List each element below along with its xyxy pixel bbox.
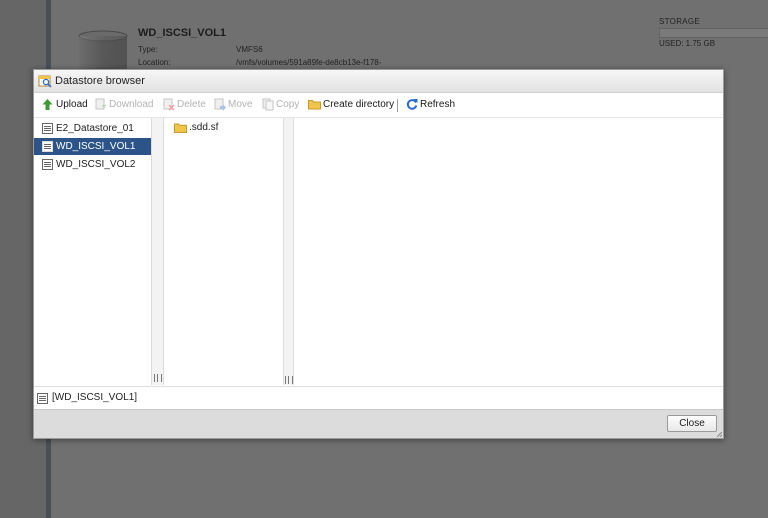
- content-pane: [294, 118, 723, 385]
- upload-icon: [42, 99, 53, 110]
- current-path: [WD_ISCSI_VOL1]: [52, 392, 138, 403]
- refresh-icon: [406, 99, 418, 110]
- datastore-item-wd-iscsi-vol1[interactable]: WD_ISCSI_VOL1: [34, 138, 151, 155]
- download-icon: [95, 98, 106, 110]
- datastore-browser-icon: [38, 75, 52, 88]
- folder-icon: [174, 123, 187, 133]
- folder-list: .sdd.sf: [164, 118, 284, 385]
- background-storage-label: STORAGE: [659, 17, 701, 26]
- background-storage-bar: [659, 28, 768, 38]
- background-type-label: Type:: [138, 45, 158, 54]
- datastore-list: E2_Datastore_01 WD_ISCSI_VOL1 WD_ISCSI_V…: [34, 118, 152, 385]
- datastore-icon: [37, 393, 48, 404]
- background-datastore-title: WD_ISCSI_VOL1: [138, 27, 227, 39]
- move-icon: [214, 98, 226, 111]
- resize-grip-icon[interactable]: [717, 432, 722, 437]
- datastore-icon: [42, 141, 53, 152]
- dialog-title: Datastore browser: [55, 75, 145, 87]
- copy-icon: [262, 98, 274, 111]
- datastore-browser-dialog: Datastore browser Upload Download Delete: [33, 69, 724, 439]
- path-bar: [WD_ISCSI_VOL1]: [34, 386, 723, 409]
- dialog-titlebar[interactable]: Datastore browser: [34, 70, 723, 93]
- dialog-footer: Close: [34, 409, 723, 438]
- background-location-value: /vmfs/volumes/591a89fe-de8cb13e-f178-: [236, 58, 382, 67]
- delete-icon: [163, 98, 175, 111]
- folder-add-icon: [308, 100, 321, 110]
- column-resize-handle[interactable]: [285, 376, 293, 384]
- background-location-label: Location:: [138, 58, 171, 67]
- toolbar-separator: [397, 99, 398, 112]
- column-resize-handle[interactable]: [154, 374, 162, 382]
- background-type-value: VMFS6: [236, 45, 263, 54]
- close-button[interactable]: Close: [667, 415, 717, 432]
- datastore-icon: [42, 123, 53, 134]
- column-splitter-1[interactable]: [152, 118, 164, 385]
- column-splitter-2[interactable]: [284, 118, 294, 385]
- toolbar: Upload Download Delete Move Copy Create …: [34, 93, 723, 118]
- datastore-item-e2-datastore-01[interactable]: E2_Datastore_01: [34, 120, 151, 137]
- background-used-label: USED: 1.75 GB: [659, 39, 716, 48]
- datastore-item-wd-iscsi-vol2[interactable]: WD_ISCSI_VOL2: [34, 156, 151, 173]
- datastore-icon: [42, 159, 53, 170]
